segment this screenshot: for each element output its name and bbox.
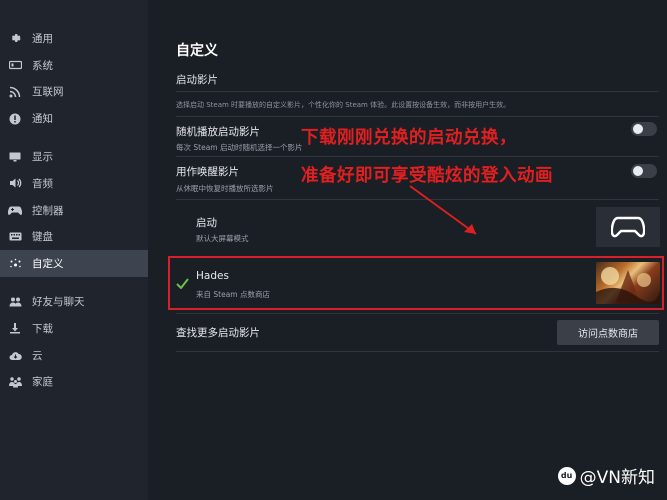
sidebar-item-cloud[interactable]: 云: [0, 342, 148, 369]
wake-setting-desc: 从休眠中恢复时播放所选影片: [176, 184, 274, 193]
sidebar-item-label: 云: [32, 349, 43, 362]
sidebar-item-downloads[interactable]: 下载: [0, 315, 148, 342]
gamepad-icon: [8, 203, 22, 217]
sidebar-item-label: 家庭: [32, 376, 53, 389]
find-more-label: 查找更多启动影片: [176, 327, 260, 339]
gear-icon: [8, 31, 22, 45]
shuffle-setting-title: 随机播放启动影片: [176, 126, 260, 138]
movie-title: Hades: [196, 270, 229, 282]
movie-desc: 来自 Steam 点数商店: [196, 290, 270, 299]
annotation-line-1: 下载刚刚兑换的启动兑换，: [301, 128, 517, 148]
divider: [176, 91, 659, 92]
sidebar-item-label: 显示: [32, 151, 53, 164]
sidebar-item-system[interactable]: 系统: [0, 52, 148, 79]
hades-movie-thumbnail: [596, 262, 660, 304]
friends-icon: [8, 295, 22, 309]
keyboard-icon: [8, 230, 22, 244]
toggle-knob: [633, 124, 643, 134]
sidebar-item-label: 通用: [32, 32, 53, 45]
sidebar-item-label: 自定义: [32, 258, 64, 271]
sidebar-item-label: 键盘: [32, 231, 53, 244]
sidebar-item-family[interactable]: 家庭: [0, 369, 148, 396]
movie-item-hades[interactable]: Hades 来自 Steam 点数商店: [168, 256, 664, 310]
divider: [176, 351, 659, 352]
wake-setting-title: 用作唤醒影片: [176, 166, 239, 178]
section-description: 选择启动 Steam 时要播放的自定义影片，个性化你的 Steam 体验。此设置…: [176, 101, 511, 109]
movie-desc: 默认大屏幕模式: [196, 234, 249, 243]
sidebar-item-friends[interactable]: 好友与聊天: [0, 288, 148, 315]
sidebar-item-label: 控制器: [32, 204, 64, 217]
cloud-icon: [8, 348, 22, 362]
shuffle-setting-desc: 每次 Steam 启动时随机选择一个影片: [176, 143, 303, 152]
info-icon: [8, 112, 22, 126]
wake-toggle[interactable]: [631, 164, 657, 178]
sidebar-item-notifications[interactable]: 通知: [0, 105, 148, 132]
sidebar-item-label: 好友与聊天: [32, 296, 85, 309]
page-title: 自定义: [176, 43, 218, 59]
main-panel: 自定义 启动影片 选择启动 Steam 时要播放的自定义影片，个性化你的 Ste…: [148, 0, 667, 500]
sidebar-item-audio[interactable]: 音频: [0, 170, 148, 197]
visit-points-shop-button[interactable]: 访问点数商店: [557, 320, 659, 345]
divider: [176, 116, 659, 117]
baidu-logo-icon: du: [557, 466, 576, 485]
annotation-arrow: [409, 185, 477, 235]
sidebar-item-general[interactable]: 通用: [0, 25, 148, 52]
divider: [176, 313, 659, 314]
sidebar-item-internet[interactable]: 互联网: [0, 79, 148, 106]
sidebar-item-label: 通知: [32, 113, 53, 126]
section-title: 启动影片: [176, 74, 218, 86]
wifi-icon: [8, 85, 22, 99]
monitor-icon: [8, 150, 22, 164]
family-icon: [8, 375, 22, 389]
sidebar-item-label: 音频: [32, 177, 53, 190]
sidebar-item-label: 系统: [32, 59, 53, 72]
sidebar-item-display[interactable]: 显示: [0, 143, 148, 170]
toggle-knob: [633, 166, 643, 176]
sparkle-icon: [8, 257, 22, 271]
watermark-text: @VN新知: [579, 468, 655, 488]
download-icon: [8, 321, 22, 335]
movie-title: 启动: [196, 217, 217, 229]
check-icon: [176, 278, 189, 289]
sidebar-item-label: 下载: [32, 322, 53, 335]
system-icon: [8, 58, 22, 72]
divider: [176, 156, 659, 157]
sidebar-item-customization[interactable]: 自定义: [0, 250, 148, 278]
watermark: du @VN新知: [557, 463, 655, 488]
sidebar-item-keyboard[interactable]: 键盘: [0, 224, 148, 251]
sidebar-item-controller[interactable]: 控制器: [0, 197, 148, 224]
sidebar: 通用 系统 互联网 通知 显示 音频 控制器 键盘 自定义 好友与聊天 下载 云…: [0, 0, 148, 500]
sidebar-item-label: 互联网: [32, 86, 64, 99]
speaker-icon: [8, 176, 22, 190]
shuffle-toggle[interactable]: [631, 122, 657, 136]
